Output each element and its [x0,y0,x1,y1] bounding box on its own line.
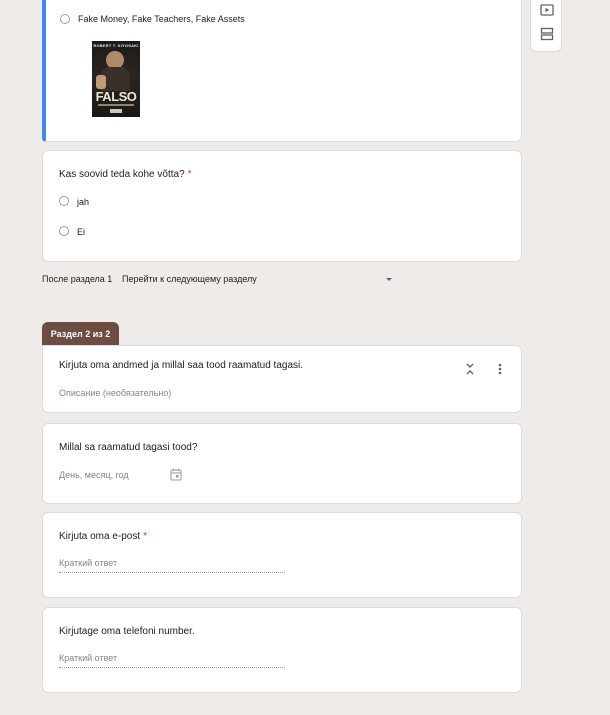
option-label: Fake Money, Fake Teachers, Fake Assets [78,14,245,24]
after-section-row: После раздела 1 [42,274,112,284]
option-radio[interactable] [60,14,70,24]
section-tab: Раздел 2 из 2 [42,322,119,346]
option-label-ei: Ei [77,227,86,237]
option-label-jah: jah [77,197,90,207]
input-underline [59,667,285,668]
book-cover-image: ROBERT T. KIYOSAKI FALSO [92,41,140,117]
after-section-dropdown[interactable]: Перейти к следующему разделу [122,274,394,288]
section-description-field[interactable]: Описание (необязательно) [59,388,171,398]
collapse-section-icon[interactable] [464,362,476,376]
required-mark: * [187,169,192,180]
question-card-email[interactable]: Kirjuta oma e-post * Краткий ответ [42,512,522,598]
after-section-action: Перейти к следующему разделу [122,274,257,284]
side-toolbar [530,0,562,52]
add-video-icon[interactable] [540,3,554,17]
calendar-icon[interactable] [170,468,182,481]
option-radio-jah[interactable] [59,196,69,206]
book-author: ROBERT T. KIYOSAKI [93,43,139,48]
question-title: Millal sa raamatud tagasi tood? [59,442,198,453]
more-options-icon[interactable] [497,362,503,376]
question-card-return-date[interactable]: Millal sa raamatud tagasi tood? День, ме… [42,423,522,504]
question-title: Kas soovid teda kohe võtta? * [59,169,192,180]
input-underline [59,572,285,573]
question-title: Kirjutage oma telefoni number. [59,626,195,637]
dropdown-arrow-icon [386,278,392,281]
question-card-book[interactable]: Fake Money, Fake Teachers, Fake Assets R… [42,0,522,142]
book-title: FALSO [95,89,137,104]
short-answer-input[interactable]: Краткий ответ [59,653,117,663]
question-card-phone[interactable]: Kirjutage oma telefoni number. Краткий о… [42,607,522,693]
option-radio-ei[interactable] [59,226,69,236]
question-title: Kirjuta oma e-post * [59,531,148,542]
section-title: Kirjuta oma andmed ja millal saa tood ra… [59,360,304,371]
question-card-take-now[interactable]: Kas soovid teda kohe võtta? * jah Ei [42,150,522,262]
section-header-card[interactable]: Kirjuta oma andmed ja millal saa tood ra… [42,345,522,413]
after-section-label: После раздела 1 [42,274,113,284]
required-mark: * [143,531,148,542]
date-input[interactable]: День, месяц, год [59,470,129,480]
add-section-icon[interactable] [540,27,554,41]
short-answer-input[interactable]: Краткий ответ [59,558,117,568]
